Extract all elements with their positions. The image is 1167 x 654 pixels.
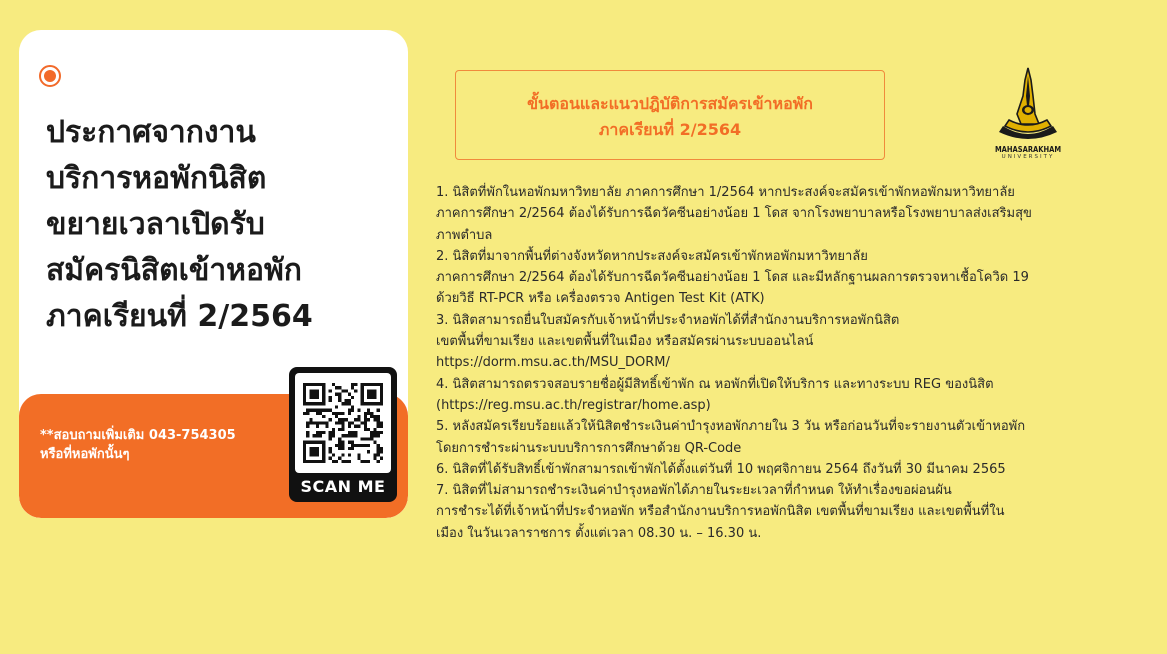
step-line: 2. นิสิตที่มาจากพื้นที่ต่างจังหวัดหากประ… <box>436 248 868 264</box>
dorm-link[interactable]: https://dorm.msu.ac.th/MSU_DORM/ <box>436 352 1106 373</box>
headline-line: สมัครนิสิตเข้าหอพัก <box>46 253 302 288</box>
university-logo: MAHASARAKHAM UNIVERSITY <box>990 66 1066 166</box>
announcement-headline: ประกาศจากงาน บริการหอพักนิสิต ขยายเวลาเป… <box>46 110 391 340</box>
headline-line: ภาคเรียนที่ 2/2564 <box>46 299 313 334</box>
headline-line: ขยายเวลาเปิดรับ <box>46 207 265 242</box>
procedure-title-box: ขั้นตอนและแนวปฎิบัติการสมัครเข้าหอพัก ภา… <box>455 70 885 160</box>
step-line: ด้วยวิธี RT-PCR หรือ เครื่องตรวจ Antigen… <box>436 291 765 307</box>
step-line: ภาพตำบล <box>436 227 493 243</box>
contact-info: **สอบถามเพิ่มเติม 043-754305 หรือที่หอพั… <box>40 428 236 462</box>
headline-line: ประกาศจากงาน <box>46 115 256 150</box>
logo-name: MAHASARAKHAM <box>994 145 1062 154</box>
reg-link[interactable]: (https://reg.msu.ac.th/registrar/home.as… <box>436 395 1106 416</box>
step-line: โดยการชำระผ่านระบบบริการการศึกษาด้วย QR-… <box>436 440 742 456</box>
step-line: 1. นิสิตที่พักในหอพักมหาวิทยาลัย ภาคการศ… <box>436 185 1015 200</box>
step-line: ภาคการศึกษา 2/2564 ต้องได้รับการฉีดวัคซี… <box>436 270 1029 286</box>
qr-code-icon[interactable] <box>295 373 391 473</box>
logo-subtitle: UNIVERSITY <box>1001 154 1055 160</box>
step-line: 3. นิสิตสามารถยื่นใบสมัครกับเจ้าหน้าที่ป… <box>436 312 900 328</box>
step-line: 7. นิสิตที่ไม่สามารถชำระเงินค่าบำรุงหอพั… <box>436 483 952 499</box>
step-line: 6. นิสิตที่ได้รับสิทธิ์เข้าพักสามารถเข้า… <box>436 461 1006 477</box>
step-line: ภาคการศึกษา 2/2564 ต้องได้รับการฉีดวัคซี… <box>436 206 1032 222</box>
scan-me-label: SCAN ME <box>300 477 386 496</box>
qr-code-card[interactable]: SCAN ME <box>289 367 397 502</box>
headline-line: บริการหอพักนิสิต <box>46 161 267 196</box>
radio-dot-icon <box>39 65 61 87</box>
step-line: การชำระได้ที่เจ้าหน้าที่ประจำหอพัก หรือส… <box>436 504 1005 520</box>
university-crest-icon <box>999 67 1057 139</box>
step-line: 5. หลังสมัครเรียบร้อยแล้วให้นิสิตชำระเงิ… <box>436 419 1026 435</box>
procedure-steps: 1. นิสิตที่พักในหอพักมหาวิทยาลัย ภาคการศ… <box>436 182 1106 544</box>
step-line: เขตพื้นที่ขามเรียง และเขตพื้นที่ในเมือง … <box>436 334 814 350</box>
procedure-title: ขั้นตอนและแนวปฎิบัติการสมัครเข้าหอพัก <box>527 94 813 113</box>
procedure-semester: ภาคเรียนที่ 2/2564 <box>598 120 742 139</box>
step-line: 4. นิสิตสามารถตรวจสอบรายชื่อผู้มีสิทธิ์เ… <box>436 376 994 392</box>
step-line: เมือง ในวันเวลาราชการ ตั้งแต่เวลา 08.30 … <box>436 525 762 541</box>
